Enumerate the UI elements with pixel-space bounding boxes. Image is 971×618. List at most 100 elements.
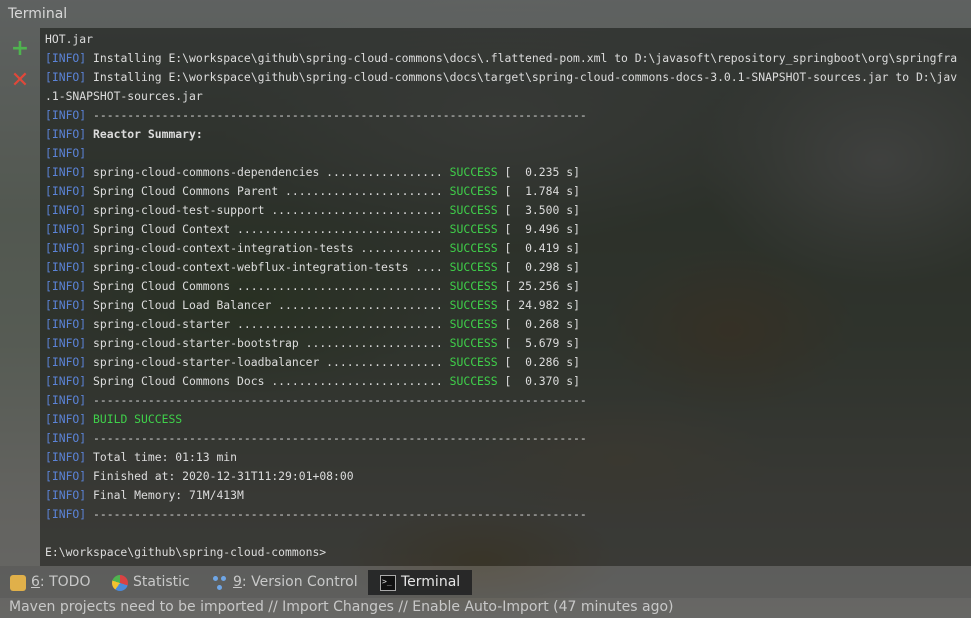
terminal-line: [INFO] spring-cloud-starter-loadbalancer…	[45, 353, 580, 372]
log-level-label: [INFO]	[45, 51, 87, 65]
plus-icon[interactable]: +	[9, 38, 31, 60]
tool-window-title: Terminal	[8, 6, 68, 22]
line-text: E:\workspace\github\spring-cloud-commons…	[45, 545, 327, 559]
terminal-line: HOT.jar	[45, 30, 93, 49]
tab-todo[interactable]: 6: TODO	[10, 570, 90, 595]
module-build-time: [ 9.496 s]	[497, 222, 580, 236]
terminal-line: E:\workspace\github\spring-cloud-commons…	[45, 543, 326, 562]
terminal-line: [INFO] Spring Cloud Commons ............…	[45, 277, 580, 296]
terminal-line: [INFO] Final Memory: 71M/413M	[45, 486, 244, 505]
todo-icon	[10, 574, 26, 591]
line-text: ----------------------------------------…	[86, 108, 587, 122]
success-status: SUCCESS	[449, 203, 498, 217]
log-level-label: [INFO]	[45, 184, 87, 198]
log-level-label: [INFO]	[45, 260, 87, 274]
line-text: ----------------------------------------…	[86, 431, 587, 445]
bottom-tool-tabs: 6: TODO Statistic 9: Version Control >_ …	[0, 566, 971, 598]
module-build-time: [ 0.298 s]	[497, 260, 580, 274]
log-level-label: [INFO]	[45, 450, 87, 464]
terminal-line: .1-SNAPSHOT-sources.jar	[45, 87, 203, 106]
log-level-label: [INFO]	[45, 412, 87, 426]
log-level-label: [INFO]	[45, 374, 87, 388]
module-build-time: [ 0.370 s]	[497, 374, 580, 388]
line-text: ----------------------------------------…	[86, 393, 587, 407]
tab-version-control-key: 9	[233, 574, 242, 590]
status-bar: Maven projects need to be imported // Im…	[0, 598, 971, 618]
line-text: Installing E:\workspace\github\spring-cl…	[86, 51, 958, 65]
log-level-label: [INFO]	[45, 355, 87, 369]
close-icon[interactable]: ✕	[9, 70, 31, 92]
log-level-label: [INFO]	[45, 336, 87, 350]
log-level-label: [INFO]	[45, 488, 87, 502]
tool-window-header: Terminal	[0, 0, 971, 28]
log-level-label: [INFO]	[45, 165, 87, 179]
line-text: Spring Cloud Commons ...................…	[86, 279, 450, 293]
terminal-line: [INFO] Spring Cloud Context ............…	[45, 220, 580, 239]
module-build-time: [ 0.419 s]	[497, 241, 580, 255]
success-status: SUCCESS	[449, 298, 498, 312]
log-level-label: [INFO]	[45, 108, 87, 122]
log-level-label: [INFO]	[45, 279, 87, 293]
line-text: spring-cloud-context-integration-tests .…	[86, 241, 450, 255]
terminal-line: [INFO] ---------------------------------…	[45, 391, 587, 410]
terminal-output[interactable]: HOT.jar [INFO] Installing E:\workspace\gi…	[40, 28, 971, 566]
line-text: ----------------------------------------…	[86, 507, 587, 521]
log-level-label: [INFO]	[45, 146, 87, 160]
success-status: SUCCESS	[449, 241, 498, 255]
terminal-line: [INFO] spring-cloud-context-integration-…	[45, 239, 580, 258]
success-status: SUCCESS	[449, 355, 498, 369]
terminal-line: [INFO] spring-cloud-commons-dependencies…	[45, 163, 580, 182]
line-text: Spring Cloud Commons Docs ..............…	[86, 374, 450, 388]
success-status: SUCCESS	[449, 184, 498, 198]
success-status: SUCCESS	[449, 222, 498, 236]
terminal-line: [INFO] Spring Cloud Commons Parent .....…	[45, 182, 580, 201]
module-build-time: [ 1.784 s]	[497, 184, 580, 198]
line-text: spring-cloud-starter ...................…	[86, 317, 450, 331]
line-text: Spring Cloud Commons Parent ............…	[86, 184, 450, 198]
module-build-time: [ 0.235 s]	[497, 165, 580, 179]
terminal-line: [INFO] ---------------------------------…	[45, 429, 587, 448]
line-text: spring-cloud-starter-loadbalancer ......…	[86, 355, 450, 369]
module-build-time: [ 5.679 s]	[497, 336, 580, 350]
log-level-label: [INFO]	[45, 317, 87, 331]
module-build-time: [ 3.500 s]	[497, 203, 580, 217]
line-text: .1-SNAPSHOT-sources.jar	[45, 89, 203, 103]
success-status: SUCCESS	[449, 374, 498, 388]
tab-statistic[interactable]: Statistic	[112, 570, 190, 595]
log-level-label: [INFO]	[45, 127, 87, 141]
success-status: SUCCESS	[449, 279, 498, 293]
terminal-line: [INFO] Reactor Summary:	[45, 125, 203, 144]
line-text: Finished at: 2020-12-31T11:29:01+08:00	[86, 469, 354, 483]
success-status: BUILD SUCCESS	[93, 412, 183, 426]
status-message[interactable]: Maven projects need to be imported // Im…	[9, 599, 674, 615]
terminal-line: [INFO] spring-cloud-context-webflux-inte…	[45, 258, 580, 277]
terminal-side-toolbar: + ✕	[0, 28, 40, 566]
terminal-line: [INFO] Spring Cloud Commons Docs .......…	[45, 372, 580, 391]
terminal-line: [INFO] spring-cloud-starter-bootstrap ..…	[45, 334, 580, 353]
line-text	[86, 412, 93, 426]
tab-todo-label: : TODO	[39, 574, 91, 590]
success-status: SUCCESS	[449, 336, 498, 350]
line-text: HOT.jar	[45, 32, 94, 46]
module-build-time: [ 25.256 s]	[497, 279, 580, 293]
line-text: spring-cloud-starter-bootstrap .........…	[86, 336, 450, 350]
success-status: SUCCESS	[449, 165, 498, 179]
terminal-line: [INFO] spring-cloud-starter ............…	[45, 315, 580, 334]
module-build-time: [ 24.982 s]	[497, 298, 580, 312]
tab-terminal[interactable]: >_ Terminal	[368, 570, 473, 595]
log-level-label: [INFO]	[45, 298, 87, 312]
tab-version-control-label: : Version Control	[241, 574, 358, 590]
log-level-label: [INFO]	[45, 241, 87, 255]
line-text: Final Memory: 71M/413M	[86, 488, 244, 502]
terminal-line: [INFO] Total time: 01:13 min	[45, 448, 237, 467]
line-text: spring-cloud-context-webflux-integration…	[86, 260, 450, 274]
log-level-label: [INFO]	[45, 393, 87, 407]
tab-statistic-label: Statistic	[133, 574, 190, 590]
log-level-label: [INFO]	[45, 203, 87, 217]
terminal-line: [INFO] ---------------------------------…	[45, 505, 587, 524]
line-text: Spring Cloud Load Balancer .............…	[86, 298, 450, 312]
tab-version-control[interactable]: 9: Version Control	[212, 570, 358, 595]
log-level-label: [INFO]	[45, 469, 87, 483]
tab-terminal-label: Terminal	[401, 574, 461, 590]
terminal-line: [INFO] Spring Cloud Load Balancer ......…	[45, 296, 580, 315]
